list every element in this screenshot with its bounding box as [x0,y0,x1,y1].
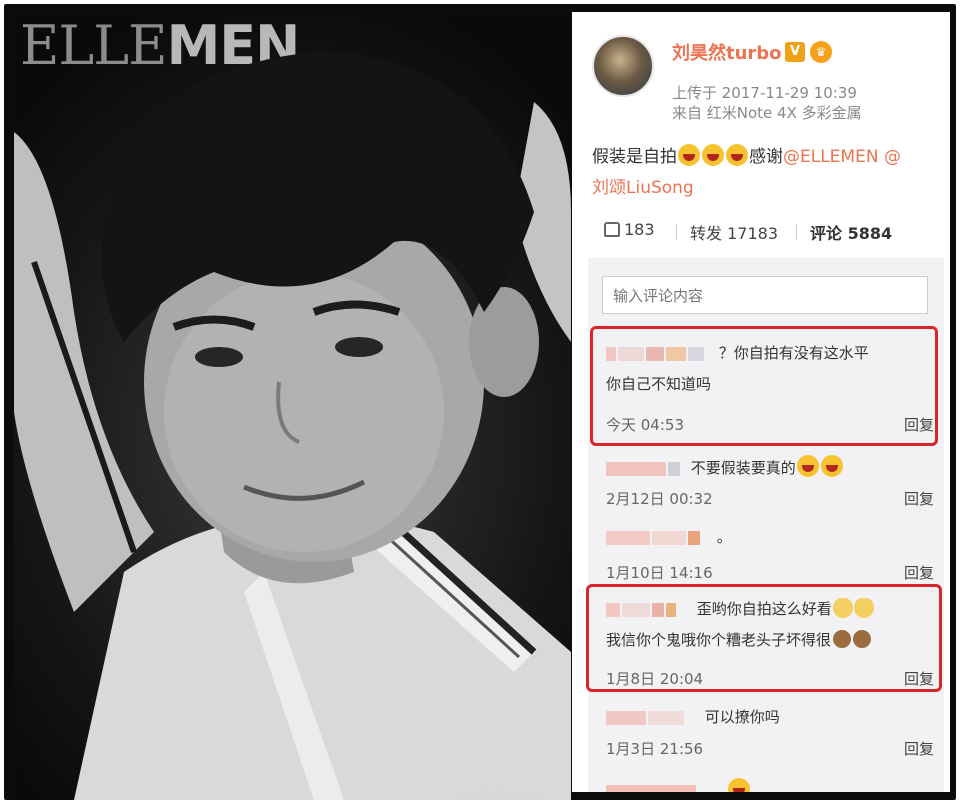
comment-count: 5884 [847,224,893,243]
blurred-username [668,461,680,476]
post-text-part: 假装是自拍 [592,147,677,167]
magazine-photo: ELLEMEN @刘昊然turbo [14,12,571,800]
highlight-box [590,326,938,446]
verified-badge-icon: V [785,42,805,62]
comment-time: 2月12日 00:32 [606,490,713,508]
blurred-username [606,710,646,725]
laugh-emoji-icon [726,144,748,166]
blurred-username [688,530,700,545]
comment-label: 评论 [810,224,843,243]
post-source: 来自 红米Note 4X 多彩金属 [672,104,862,122]
post-stats-bar: 183 转发 17183 评论 5884 [592,218,942,244]
laugh-emoji-icon [678,144,700,166]
blurred-username [648,710,684,725]
comment-time: 1月10日 14:16 [606,564,713,582]
image-frame: ELLEMEN @刘昊然turbo 刘昊然turbo V ♛ 上传于 2017-… [4,4,956,800]
laugh-emoji-icon [796,455,819,477]
weibo-watermark: @刘昊然turbo [456,790,543,800]
comment-item: 。 1月10日 14:16 回复 [602,526,942,582]
comment-input[interactable]: 输入评论内容 [602,276,928,314]
mention-liusong[interactable]: 刘颂LiuSong [592,178,694,198]
upload-time: 上传于 2017-11-29 10:39 [672,84,857,102]
username-link[interactable]: 刘昊然turbo [672,39,782,65]
comment-item-partial [602,778,942,792]
comment-text: 可以撩你吗 [704,708,780,726]
comment-section: 输入评论内容 ？你自拍有没有这水平 你自己不知道吗 今天 04:53 回复 不要… [586,258,944,792]
repost-count: 17183 [727,224,779,243]
laugh-emoji-icon [820,455,843,477]
blurred-username [606,784,696,792]
divider [796,224,797,240]
portrait-illustration [14,52,571,800]
comment-text: 。 [716,528,732,546]
like-count: 183 [624,220,655,239]
reply-button[interactable]: 回复 [904,738,934,759]
thumb-up-icon [604,222,620,237]
comment-tab[interactable]: 评论 5884 [810,220,892,244]
divider [676,224,677,240]
reply-button[interactable]: 回复 [904,562,934,583]
weibo-post-panel: 刘昊然turbo V ♛ 上传于 2017-11-29 10:39 来自 红米N… [572,12,950,792]
laugh-emoji-icon [702,144,724,166]
reply-button[interactable]: 回复 [904,488,934,509]
laugh-emoji-icon [728,778,750,792]
post-text-part: 感谢 [749,147,783,167]
blurred-username [606,530,650,545]
blurred-username [606,461,666,476]
repost-label: 转发 [690,224,723,243]
repost-button[interactable]: 转发 17183 [690,220,778,244]
like-button[interactable]: 183 [604,220,655,239]
highlight-box [586,584,942,692]
comment-item: 可以撩你吗 1月3日 21:56 回复 [602,706,942,758]
mention-ellemen[interactable]: @ELLEMEN [783,147,879,167]
mention-at[interactable]: @ [884,147,901,167]
comment-time: 1月3日 21:56 [606,740,704,758]
comment-item: 不要假装要真的 2月12日 00:32 回复 [602,455,942,508]
comment-text: 不要假装要真的 [690,459,796,477]
blurred-username [652,530,686,545]
avatar[interactable] [592,35,654,97]
vip-crown-icon: ♛ [810,41,832,63]
post-text: 假装是自拍 感谢@ELLEMEN @ 刘颂LiuSong [592,142,942,204]
